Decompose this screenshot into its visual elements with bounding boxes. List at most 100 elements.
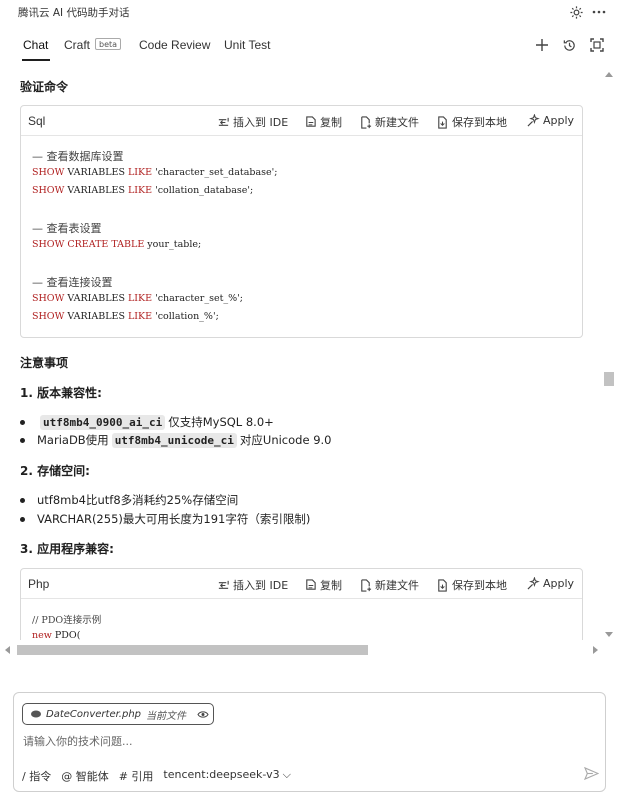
bullet [20,419,25,425]
insert-label: 插入到 IDE [233,579,289,592]
kw: LIKE [127,293,153,304]
save-local-button[interactable]: 保存到本地 [436,577,507,593]
code-string: 'collation_database'; [152,185,254,196]
tab-chat[interactable]: Chat [23,38,48,52]
command-button[interactable]: / 指令 [22,768,51,784]
php-file-icon [31,710,41,718]
scroll-right-arrow-icon[interactable] [593,646,598,654]
tab-unit-test[interactable]: Unit Test [224,38,270,52]
scroll-left-arrow-icon[interactable] [5,646,10,654]
apply-button[interactable]: Apply [527,114,574,127]
insert-icon [218,117,229,126]
chat-input-field[interactable]: 请输入你的技术问题... [23,733,133,749]
kw: LIKE [127,167,153,178]
note-section-3: 3. 应用程序兼容: [20,542,114,556]
new-file-label: 新建文件 [375,116,419,129]
bullet [20,497,25,503]
copy-icon [306,578,316,590]
tab-craft[interactable]: Craft [64,38,90,52]
save-icon [438,578,447,592]
copy-button[interactable]: 复制 [304,577,342,593]
apply-label: Apply [543,114,575,127]
code-string: 'collation_%'; [152,311,219,322]
apply-button[interactable]: Apply [527,577,574,590]
code-string: 'character_set_database'; [152,167,278,178]
inline-code: utf8mb4_unicode_ci [111,432,237,448]
copy-icon [306,115,316,127]
kw: SHOW [32,293,65,304]
new-file-label: 新建文件 [375,579,419,592]
expand-icon[interactable] [588,36,606,54]
new-file-button[interactable]: 新建文件 [359,577,419,593]
code-line: SHOW CREATE TABLE your_table; [32,239,201,250]
code-line: SHOW VARIABLES LIKE 'character_set_%'; [32,293,243,304]
agent-button[interactable]: @ 智能体 [61,768,109,784]
scrollbar-thumb[interactable] [17,645,368,655]
copy-button[interactable]: 复制 [304,114,342,130]
save-local-label: 保存到本地 [452,116,507,129]
code-text: PDO( [51,630,81,640]
code-line: SHOW VARIABLES LIKE 'collation_database'… [32,185,253,196]
current-file-chip[interactable]: DateConverter.php 当前文件 [22,703,214,725]
scroll-down-arrow-icon[interactable] [605,632,613,637]
note-section-1: 1. 版本兼容性: [20,386,102,400]
php-code-block: Php 插入到 IDE 复制 新建文件 保存到本地 Apply // PDO连接… [20,568,583,640]
insert-to-ide-button[interactable]: 插入到 IDE [217,577,288,593]
chat-message-area: 验证命令 Sql 插入到 IDE 复制 新建文件 保存到本地 Apply — 查… [0,62,600,640]
beta-badge: beta [95,38,122,50]
current-file-label: 当前文件 [146,710,186,722]
kw: CREATE TABLE [64,239,145,250]
window-title: 腾讯云 AI 代码助手对话 [18,7,130,19]
new-file-icon [361,578,372,592]
eye-icon [197,710,209,718]
code-text: VARIABLES [64,293,128,304]
new-file-button[interactable]: 新建文件 [359,114,419,130]
tab-code-review[interactable]: Code Review [139,38,210,52]
scroll-up-arrow-icon[interactable] [605,72,613,77]
list-item-text: MariaDB使用 [37,433,109,447]
kw: SHOW [32,185,65,196]
code-comment: — 查看表设置 [32,222,102,235]
save-local-label: 保存到本地 [452,579,507,592]
sparkle-icon [527,114,540,127]
kw: LIKE [127,185,153,196]
list-item: MariaDB使用 utf8mb4_unicode_ci 对应Unicode 9… [20,432,332,448]
scrollbar-thumb[interactable] [604,372,614,386]
insert-label: 插入到 IDE [233,116,289,129]
list-item-text: VARCHAR(255)最大可用长度为191字符（索引限制) [37,512,311,526]
reference-button[interactable]: # 引用 [119,768,154,784]
code-language-label: Php [28,577,50,591]
notes-heading: 注意事项 [20,356,69,370]
send-icon[interactable] [583,766,600,783]
chevron-down-icon: ⌵ [282,768,291,781]
kw: SHOW [32,311,65,322]
insert-icon [218,580,229,589]
code-comment: — 查看连接设置 [32,276,113,289]
model-name: tencent:deepseek-v3 [163,768,280,781]
code-string: 'character_set_%'; [152,293,243,304]
copy-label: 复制 [320,579,342,592]
history-icon[interactable] [560,36,578,54]
vertical-scrollbar[interactable] [602,70,614,638]
new-file-icon [361,115,372,129]
active-tab-indicator [22,59,50,61]
more-options-icon[interactable] [590,3,608,21]
settings-gear-icon[interactable] [567,3,585,21]
sql-code-block: Sql 插入到 IDE 复制 新建文件 保存到本地 Apply — 查看数据库设… [20,105,583,338]
kw: SHOW [32,239,65,250]
bullet [20,516,25,522]
code-line: SHOW VARIABLES LIKE 'collation_%'; [32,311,219,322]
code-text: VARIABLES [64,185,128,196]
horizontal-scrollbar[interactable] [5,644,602,656]
insert-to-ide-button[interactable]: 插入到 IDE [217,114,288,130]
save-local-button[interactable]: 保存到本地 [436,114,507,130]
new-chat-icon[interactable] [533,36,551,54]
code-text: VARIABLES [64,167,128,178]
list-item: utf8mb4比utf8多消耗约25%存储空间 [20,492,238,508]
model-selector[interactable]: tencent:deepseek-v3 ⌵ [163,768,291,784]
code-block-header: Sql 插入到 IDE 复制 新建文件 保存到本地 Apply [21,106,582,136]
list-item-text: 对应Unicode 9.0 [239,433,332,447]
chat-input-box: DateConverter.php 当前文件 请输入你的技术问题... / 指令… [13,692,606,792]
bullet [20,437,25,443]
code-line: new PDO( [32,630,80,640]
